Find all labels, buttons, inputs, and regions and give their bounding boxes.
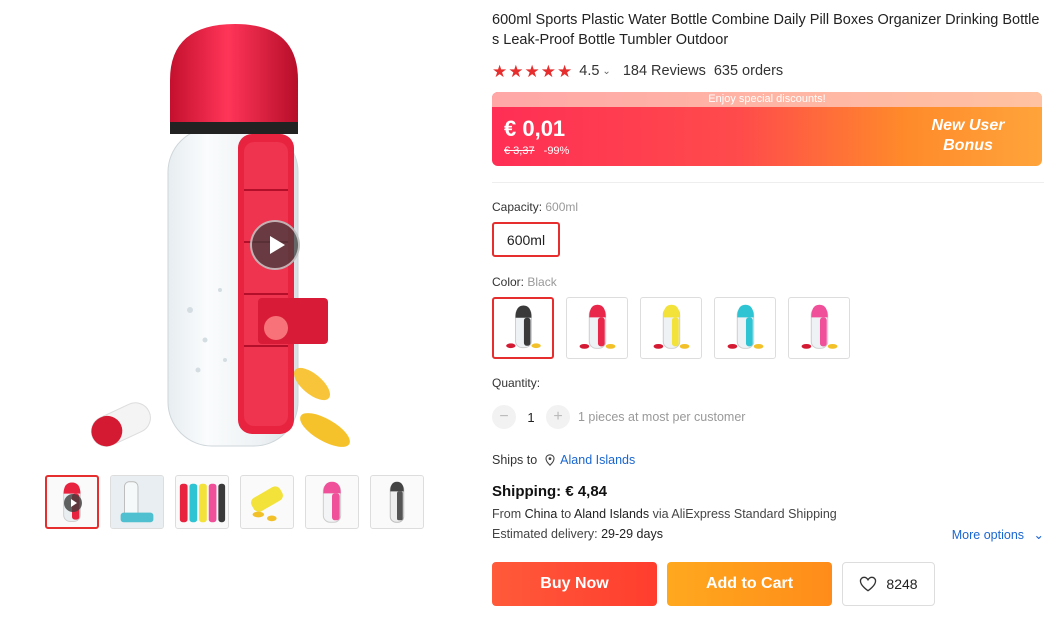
capacity-label: Capacity: 600ml	[492, 200, 578, 214]
shipping-route: From China to Aland Islands via AliExpre…	[492, 507, 837, 521]
clear-bottle-thumb-icon	[111, 476, 163, 528]
from-prefix: From	[492, 507, 522, 521]
play-icon	[269, 236, 285, 254]
estimated-delivery: Estimated delivery: 29-29 days	[492, 527, 663, 541]
new-user-bonus-badge[interactable]: New User Bonus	[906, 116, 1030, 156]
main-product-image[interactable]	[40, 10, 440, 465]
bottle-color-icon	[506, 305, 541, 349]
star-icon: ★	[557, 61, 573, 81]
thumbnail-2[interactable]	[110, 475, 164, 529]
thumbnail-strip	[45, 475, 424, 529]
thumbnail-4[interactable]	[240, 475, 294, 529]
original-price: € 3,37	[504, 145, 535, 157]
star-icon: ★	[508, 61, 524, 81]
ships-to-label: Ships to	[492, 453, 538, 467]
black-bottle-thumb-icon	[389, 481, 405, 523]
chevron-down-icon: ⌄	[1033, 528, 1044, 542]
to-word: to	[560, 507, 572, 521]
star-icon: ★	[492, 61, 508, 81]
thumbnail-5[interactable]	[305, 475, 359, 529]
more-shipping-options-link[interactable]: More options ⌄	[952, 527, 1044, 542]
original-price-row: € 3,37 -99%	[504, 145, 569, 157]
rating-value[interactable]: 4.5	[579, 63, 599, 79]
star-icon: ★	[540, 61, 556, 81]
more-options-label: More options	[951, 528, 1025, 542]
to-country: Aland Islands	[574, 507, 650, 521]
location-pin-icon	[545, 454, 555, 466]
reviews-link[interactable]: 184 Reviews	[623, 63, 706, 79]
bottle-color-icon	[727, 304, 764, 349]
chevron-down-icon[interactable]: ⌄	[602, 66, 610, 77]
promo-text: Enjoy special discounts!	[492, 92, 1042, 107]
delivery-label: Estimated delivery:	[492, 527, 598, 541]
from-country: China	[524, 507, 558, 521]
color-swatch[interactable]	[640, 297, 702, 359]
thumbnail-video[interactable]	[45, 475, 99, 529]
capacity-option-600ml[interactable]: 600ml	[492, 222, 560, 257]
thumbnail-6[interactable]	[370, 475, 424, 529]
product-info: 600ml Sports Plastic Water Bottle Combin…	[492, 10, 1044, 606]
color-swatch[interactable]	[566, 297, 628, 359]
wishlist-button[interactable]: 8248	[842, 562, 935, 606]
color-selected: Black	[527, 275, 557, 289]
pink-bottle-thumb-icon	[322, 481, 342, 523]
quantity-stepper: − 1 + 1 pieces at most per customer	[492, 405, 745, 429]
current-price: € 0,01	[504, 116, 566, 141]
bottle-color-icon	[801, 304, 838, 349]
rating-row: ★ ★ ★ ★ ★ 4.5 ⌄ 184 Reviews 635 orders	[492, 62, 1044, 80]
bonus-line-2: Bonus	[943, 137, 993, 154]
play-icon	[64, 494, 82, 512]
color-swatch[interactable]	[492, 297, 554, 359]
capacity-label-text: Capacity:	[492, 200, 543, 214]
price-banner: Enjoy special discounts! € 0,01 € 3,37 -…	[492, 92, 1042, 166]
color-label-text: Color:	[492, 275, 525, 289]
quantity-value[interactable]: 1	[516, 410, 546, 425]
color-options	[492, 297, 850, 359]
bonus-line-1: New User	[931, 117, 1005, 134]
yellow-pills-thumb-icon	[251, 486, 283, 522]
discount-percent: -99%	[543, 145, 570, 157]
play-video-button[interactable]	[250, 220, 300, 270]
thumbnail-3[interactable]	[175, 475, 229, 529]
heart-icon	[860, 576, 877, 592]
shipping-cost: Shipping: € 4,84	[492, 483, 608, 500]
orders-count: 635 orders	[713, 63, 784, 79]
product-title: 600ml Sports Plastic Water Bottle Combin…	[492, 12, 1040, 48]
shipping-method: via AliExpress Standard Shipping	[652, 507, 837, 521]
bottle-color-icon	[579, 304, 616, 349]
color-swatch[interactable]	[714, 297, 776, 359]
color-swatch[interactable]	[788, 297, 850, 359]
add-to-cart-button[interactable]: Add to Cart	[667, 562, 832, 606]
quantity-limit-note: 1 pieces at most per customer	[578, 410, 746, 424]
color-label: Color: Black	[492, 275, 557, 289]
star-icon: ★	[524, 61, 540, 81]
delivery-value: 29-29 days	[601, 527, 663, 541]
capacity-selected: 600ml	[545, 200, 579, 214]
divider	[492, 182, 1044, 183]
quantity-minus-button[interactable]: −	[492, 405, 516, 429]
buy-now-button[interactable]: Buy Now	[492, 562, 657, 606]
quantity-label: Quantity:	[492, 376, 541, 390]
ships-to-row: Ships to Aland Islands	[492, 453, 635, 467]
wishlist-count: 8248	[886, 576, 918, 592]
multicolor-bottles-thumb-icon	[179, 483, 226, 523]
quantity-plus-button[interactable]: +	[546, 405, 570, 429]
ships-to-country-link[interactable]: Aland Islands	[560, 453, 635, 467]
bottle-color-icon	[653, 304, 690, 349]
bottle-illustration	[90, 24, 350, 447]
